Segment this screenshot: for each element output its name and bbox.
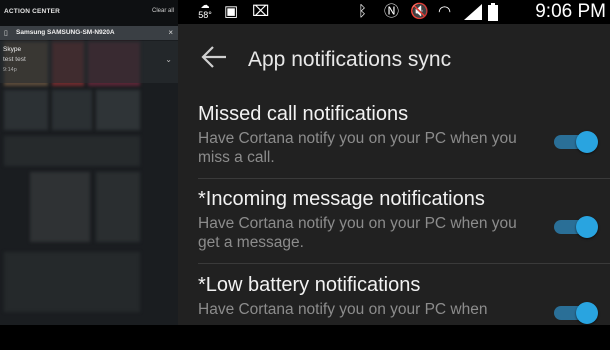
signal-icon [464, 4, 482, 20]
action-center-panel: ACTION CENTER Clear all ▯ Samsung SAMSUN… [0, 0, 178, 325]
weather-icon: ☁ [200, 0, 210, 10]
divider [198, 263, 610, 264]
page-title: App notifications sync [248, 48, 452, 71]
notification-group-header[interactable]: ▯ Samsung SAMSUNG-SM-N920A × [0, 26, 178, 40]
phone-icon: ▯ [4, 30, 8, 37]
nfc-icon: Ⓝ [384, 3, 400, 20]
toggle-thumb [576, 302, 598, 324]
toggle-thumb [576, 131, 598, 153]
missed-call-toggle[interactable] [554, 131, 598, 153]
clock: 9:06 PM [535, 1, 606, 22]
temperature: 58° [198, 10, 212, 20]
setting-title: Missed call notifications [198, 103, 409, 125]
clear-all-link[interactable]: Clear all [152, 8, 174, 14]
back-arrow-icon[interactable] [200, 44, 228, 70]
mute-icon: 🔇 [410, 3, 429, 20]
notification-item[interactable]: Skype test test 9:14p ⌄ [0, 41, 178, 83]
incoming-message-toggle[interactable] [554, 216, 598, 238]
setting-description: Have Cortana notify you on your PC when … [198, 215, 517, 251]
setting-title: *Incoming message notifications [198, 188, 485, 210]
setting-row-low-battery[interactable]: *Low battery notifications Have Cortana … [178, 266, 610, 350]
low-battery-toggle[interactable] [554, 302, 598, 324]
wifi-icon: ◠ [438, 3, 452, 20]
status-bar: ☁ 58° ▣ ⌧ ᛒ Ⓝ 🔇 ◠ 9:06 PM [178, 0, 610, 24]
screenshot-icon: ▣ [224, 3, 239, 20]
divider [198, 178, 610, 179]
setting-title: *Low battery notifications [198, 274, 421, 296]
close-icon[interactable]: × [168, 28, 173, 37]
notification-app-name: Skype [3, 46, 22, 53]
briefcase-icon: ⌧ [252, 3, 270, 20]
notification-message: test test [3, 56, 26, 63]
notification-time: 9:14p [3, 67, 17, 73]
action-center-title: ACTION CENTER [4, 8, 61, 15]
weather-widget: ☁ 58° [194, 1, 216, 21]
setting-description: Have Cortana notify you on your PC when … [198, 130, 517, 166]
bluetooth-icon: ᛒ [358, 3, 368, 20]
setting-description: Have Cortana notify you on your PC when [198, 301, 488, 318]
action-center-header: ACTION CENTER Clear all [0, 0, 178, 26]
app-bar: App notifications sync [178, 24, 610, 92]
phone-screen: ☁ 58° ▣ ⌧ ᛒ Ⓝ 🔇 ◠ 9:06 PM App notificati… [178, 0, 610, 325]
notification-group-label: Samsung SAMSUNG-SM-N920A [16, 29, 115, 36]
chevron-down-icon[interactable]: ⌄ [165, 55, 172, 64]
toggle-thumb [576, 216, 598, 238]
setting-row-missed-call[interactable]: Missed call notifications Have Cortana n… [178, 95, 610, 179]
battery-icon [488, 3, 498, 21]
setting-row-incoming-message[interactable]: *Incoming message notifications Have Cor… [178, 180, 610, 264]
